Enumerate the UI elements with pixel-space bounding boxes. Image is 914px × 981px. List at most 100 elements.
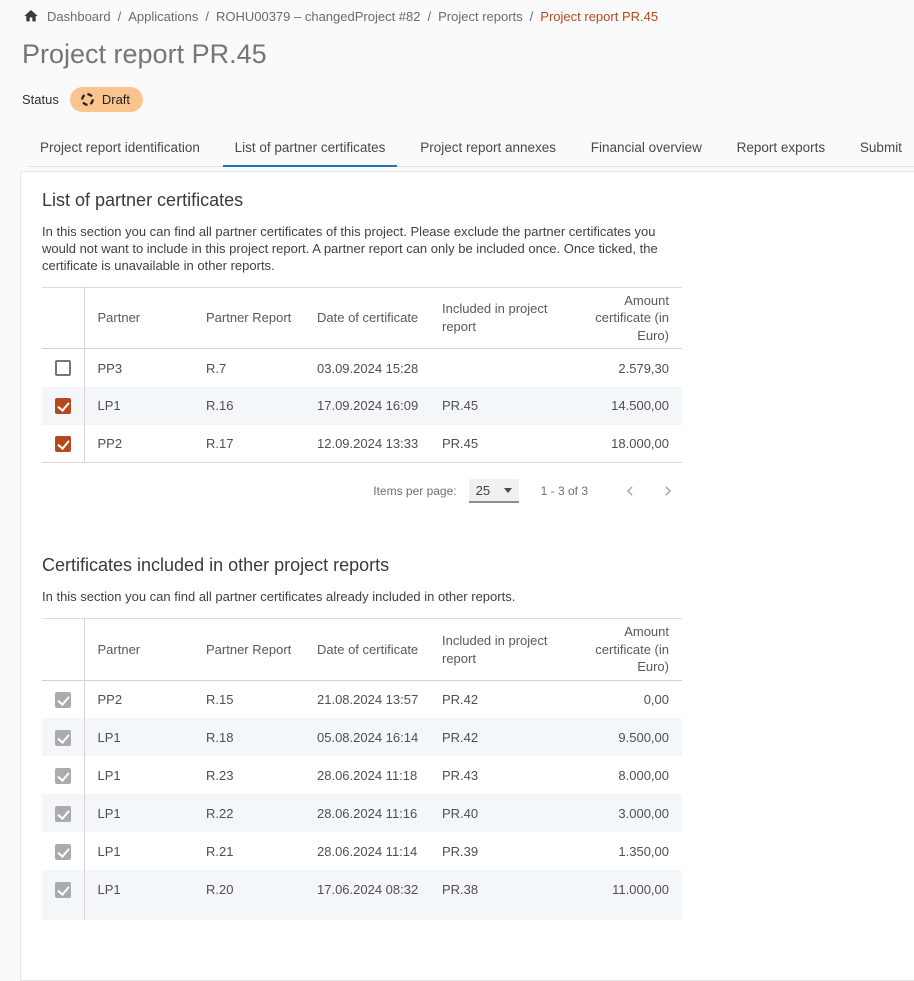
breadcrumb-separator: / [111,9,129,24]
breadcrumb-separator: / [198,9,216,24]
row-checkbox [55,692,71,708]
cell-partner-report: R.23 [193,756,304,794]
table-header-row: Partner Partner Report Date of certifica… [42,619,682,681]
cell-included: PR.42 [429,718,557,756]
cell-partner-report: R.20 [193,870,304,908]
cell-included: PR.45 [429,425,557,463]
cell-included: PR.42 [429,680,557,718]
cell-date: 17.06.2024 08:32 [304,870,429,908]
breadcrumb-item[interactable]: ROHU00379 – changedProject #82 [216,9,421,24]
row-checkbox [55,806,71,822]
cell-date: 12.09.2024 13:33 [304,425,429,463]
tab-submit[interactable]: Submit [848,132,914,166]
row-checkbox [55,844,71,860]
select-column-header [42,619,84,681]
row-checkbox [55,882,71,898]
cell-partner-report: R.18 [193,718,304,756]
page-size-select[interactable]: 25 [469,479,519,503]
page-title: Project report PR.45 [22,39,914,70]
breadcrumb-item[interactable]: Applications [128,9,198,24]
breadcrumb-items: Dashboard / Applications / ROHU00379 – c… [47,9,540,24]
cell-amount: 18.000,00 [557,425,682,463]
cell-partner-report: R.21 [193,832,304,870]
items-per-page-label: Items per page: [373,484,456,498]
tab-list-of-partner-certificates[interactable]: List of partner certificates [223,132,398,166]
column-header-partner: Partner [84,619,193,681]
cell-amount: 1.350,00 [557,832,682,870]
cell-amount: 0,00 [557,680,682,718]
cell-date: 05.08.2024 16:14 [304,718,429,756]
status-value: Draft [102,92,130,107]
section-description-other: In this section you can find all partner… [42,589,690,606]
select-column-header [42,287,84,349]
table-row: PP2 R.17 12.09.2024 13:33 PR.45 18.000,0… [42,425,682,463]
column-header-included: Included in project report [429,619,557,681]
page-size-value: 25 [476,483,490,498]
cell-partner-report: R.16 [193,387,304,425]
section-title-list: List of partner certificates [42,190,894,211]
breadcrumb-item[interactable]: Project reports [438,9,523,24]
table-row-partial [42,908,682,920]
table-row: LP1 R.23 28.06.2024 11:18 PR.43 8.000,00 [42,756,682,794]
row-checkbox [55,730,71,746]
cell-partner: PP2 [84,425,193,463]
cell-partner-report: R.7 [193,349,304,387]
table-row: LP1 R.16 17.09.2024 16:09 PR.45 14.500,0… [42,387,682,425]
section-title-other: Certificates included in other project r… [42,555,894,576]
cell-included: PR.45 [429,387,557,425]
tab-report-exports[interactable]: Report exports [725,132,838,166]
table-row: LP1 R.21 28.06.2024 11:14 PR.39 1.350,00 [42,832,682,870]
tab-financial-overview[interactable]: Financial overview [579,132,714,166]
home-icon[interactable] [23,8,39,24]
column-header-included: Included in project report [429,287,557,349]
cell-partner: LP1 [84,387,193,425]
breadcrumb-item[interactable]: Dashboard [47,9,111,24]
cell-amount: 2.579,30 [557,349,682,387]
cell-date: 28.06.2024 11:14 [304,832,429,870]
cell-partner: LP1 [84,870,193,908]
cell-amount: 11.000,00 [557,870,682,908]
cell-amount: 9.500,00 [557,718,682,756]
column-header-date: Date of certificate [304,287,429,349]
cell-partner-report: R.15 [193,680,304,718]
other-reports-certificates-table: Partner Partner Report Date of certifica… [42,618,682,920]
cell-amount: 14.500,00 [557,387,682,425]
cell-amount: 8.000,00 [557,756,682,794]
row-checkbox[interactable] [55,398,71,414]
cell-partner-report: R.17 [193,425,304,463]
cell-partner: PP3 [84,349,193,387]
table-row: PP2 R.15 21.08.2024 13:57 PR.42 0,00 [42,680,682,718]
tab-bar: Project report identification List of pa… [28,132,914,167]
breadcrumb-separator: / [421,9,439,24]
tab-project-report-identification[interactable]: Project report identification [28,132,212,166]
cell-included: PR.39 [429,832,557,870]
column-header-amount: Amount certificate (in Euro) [557,287,682,349]
tab-project-report-annexes[interactable]: Project report annexes [408,132,568,166]
paginator: Items per page: 25 1 - 3 of 3 [42,477,682,505]
cell-date: 28.06.2024 11:16 [304,794,429,832]
breadcrumb-current: Project report PR.45 [540,9,658,24]
cell-partner: LP1 [84,756,193,794]
section-description-list: In this section you can find all partner… [42,224,690,275]
table-row: LP1 R.22 28.06.2024 11:16 PR.40 3.000,00 [42,794,682,832]
cell-date: 03.09.2024 15:28 [304,349,429,387]
cell-date: 17.09.2024 16:09 [304,387,429,425]
sync-icon [80,92,95,107]
cell-partner: PP2 [84,680,193,718]
row-checkbox[interactable] [55,360,71,376]
breadcrumb-separator: / [523,9,541,24]
row-checkbox[interactable] [55,436,71,452]
cell-included: PR.38 [429,870,557,908]
cell-partner: LP1 [84,718,193,756]
table-row: LP1 R.20 17.06.2024 08:32 PR.38 11.000,0… [42,870,682,908]
cell-included: PR.43 [429,756,557,794]
partner-certificates-table: Partner Partner Report Date of certifica… [42,287,682,464]
status-badge: Draft [70,87,143,112]
status-label: Status [22,92,59,107]
column-header-date: Date of certificate [304,619,429,681]
previous-page-button[interactable] [616,477,644,505]
column-header-partner-report: Partner Report [193,619,304,681]
next-page-button[interactable] [654,477,682,505]
table-header-row: Partner Partner Report Date of certifica… [42,287,682,349]
cell-date: 28.06.2024 11:18 [304,756,429,794]
